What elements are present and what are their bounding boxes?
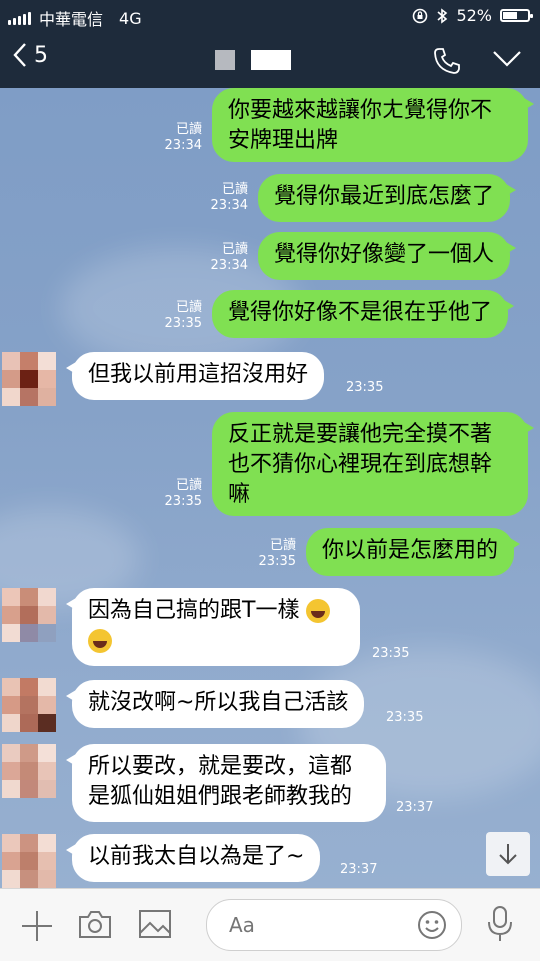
- unread-count: 5: [34, 42, 48, 68]
- bluetooth-icon: [437, 7, 448, 24]
- battery-percent: 52%: [456, 6, 492, 25]
- message-bubble-in[interactable]: 以前我太自以為是了~: [65, 834, 321, 882]
- message-bubble-in[interactable]: 但我以前用這招沒用好: [65, 352, 325, 400]
- camera-button[interactable]: [78, 909, 112, 943]
- plus-icon: [22, 911, 52, 941]
- message-time: 23:37: [340, 862, 378, 877]
- gallery-button[interactable]: [138, 909, 172, 943]
- message-bubble-in[interactable]: 就沒改啊~所以我自己活該: [65, 680, 365, 728]
- signal-icon: [8, 11, 31, 25]
- phone-icon: [434, 48, 460, 74]
- emoji-icon: [418, 911, 446, 939]
- status-bar: 中華電信 4G 52%: [0, 0, 540, 32]
- chat-title-redacted: [215, 50, 305, 70]
- message-time: 23:35: [386, 710, 424, 725]
- message-meta: 已讀 23:34: [210, 182, 248, 213]
- message-meta: 已讀 23:35: [164, 300, 202, 331]
- message-bubble-out[interactable]: 覺得你好像不是很在乎他了: [212, 290, 515, 338]
- message-meta: 已讀 23:35: [258, 538, 296, 569]
- back-chevron-icon: [13, 43, 26, 67]
- call-button[interactable]: [432, 46, 462, 80]
- message-meta: 已讀 23:35: [164, 478, 202, 509]
- chat-header: 5: [0, 32, 540, 88]
- message-time: 23:35: [346, 380, 384, 395]
- chat-area[interactable]: 已讀 23:34 你要越來越讓你ㄤ覺得你不安牌理出牌 已讀 23:34 覺得你最近到…: [0, 88, 540, 888]
- avatar[interactable]: [2, 678, 56, 732]
- message-bubble-out[interactable]: 你以前是怎麼用的: [306, 528, 521, 576]
- message-time: 23:37: [396, 800, 434, 815]
- message-bubble-out[interactable]: 反正就是要讓他完全摸不著也不猜你心裡現在到底想幹嘛: [212, 412, 534, 516]
- arrow-down-icon: [499, 844, 517, 865]
- laughing-emoji-icon: [306, 599, 331, 623]
- message-bubble-out[interactable]: 你要越來越讓你ㄤ覺得你不安牌理出牌: [212, 88, 534, 162]
- avatar[interactable]: [2, 834, 56, 888]
- message-bubble-out[interactable]: 覺得你好像變了一個人: [258, 232, 517, 280]
- orientation-lock-icon: [413, 8, 428, 23]
- voice-button[interactable]: [486, 905, 514, 947]
- scroll-to-bottom-button[interactable]: [486, 832, 530, 876]
- message-time: 23:35: [372, 646, 410, 661]
- more-button[interactable]: [20, 909, 54, 947]
- avatar[interactable]: [2, 744, 56, 798]
- message-meta: 已讀 23:34: [210, 242, 248, 273]
- network-type: 4G: [119, 8, 142, 28]
- back-button[interactable]: 5: [12, 42, 48, 68]
- avatar[interactable]: [2, 588, 56, 642]
- message-meta: 已讀 23:34: [164, 122, 202, 153]
- laughing-emoji-icon: [88, 629, 112, 653]
- message-input-bar: [0, 888, 540, 961]
- message-bubble-in[interactable]: 所以要改，就是要改，這都是狐仙姐姐們跟老師教我的: [66, 744, 386, 822]
- avatar[interactable]: [2, 352, 56, 406]
- menu-toggle-button[interactable]: [492, 50, 522, 72]
- message-input-wrapper: [206, 899, 462, 951]
- battery-icon: [500, 9, 533, 22]
- camera-icon: [79, 911, 111, 938]
- message-bubble-in[interactable]: 因為自己搞的跟T一樣: [66, 588, 360, 666]
- chevron-down-icon: [493, 51, 521, 67]
- carrier-name: 中華電信: [39, 10, 104, 29]
- message-input[interactable]: [227, 912, 411, 938]
- image-icon: [139, 910, 171, 938]
- emoji-button[interactable]: [417, 910, 447, 944]
- message-bubble-out[interactable]: 覺得你最近到底怎麼了: [258, 174, 517, 222]
- microphone-icon: [488, 906, 512, 941]
